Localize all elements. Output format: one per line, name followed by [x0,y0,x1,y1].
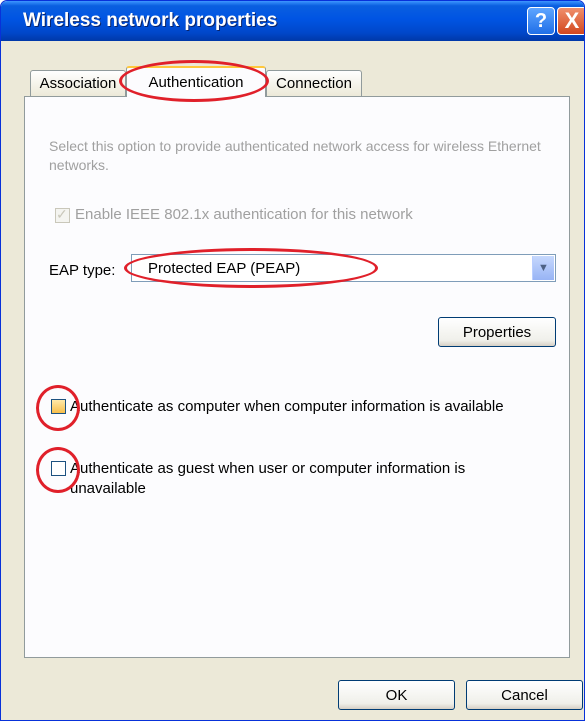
auth-as-computer-checkbox[interactable] [51,399,66,414]
title-bar[interactable]: Wireless network properties ? X [1,1,584,41]
authentication-panel [24,96,570,658]
auth-as-guest-label: Authenticate as guest when user or compu… [70,460,466,497]
auth-as-guest-checkbox[interactable] [51,461,66,476]
eap-type-dropdown[interactable]: Protected EAP (PEAP) ▼ [131,254,556,282]
enable-8021x-checkbox[interactable]: ✓ [55,206,70,223]
tab-association[interactable]: Association [30,70,126,96]
description-text: Select this option to provide authentica… [49,138,541,173]
tab-connection[interactable]: Connection [266,70,362,96]
eap-type-value: Protected EAP (PEAP) [148,260,301,277]
help-button[interactable]: ? [527,7,555,35]
cancel-button[interactable]: Cancel [466,680,583,710]
auth-as-computer-label: Authenticate as computer when computer i… [70,398,504,415]
properties-button[interactable]: Properties [438,317,556,347]
checkmark-icon: ✓ [56,206,68,222]
tab-authentication[interactable]: Authentication [126,66,266,97]
close-icon: X [564,8,580,33]
help-icon: ? [534,9,548,32]
window-title: Wireless network properties [23,10,278,31]
eap-type-label: EAP type: [49,262,116,279]
close-button[interactable]: X [557,7,584,35]
enable-8021x-label: Enable IEEE 802.1x authentication for th… [75,206,413,223]
chevron-down-icon[interactable]: ▼ [532,256,554,280]
ok-button[interactable]: OK [338,680,455,710]
